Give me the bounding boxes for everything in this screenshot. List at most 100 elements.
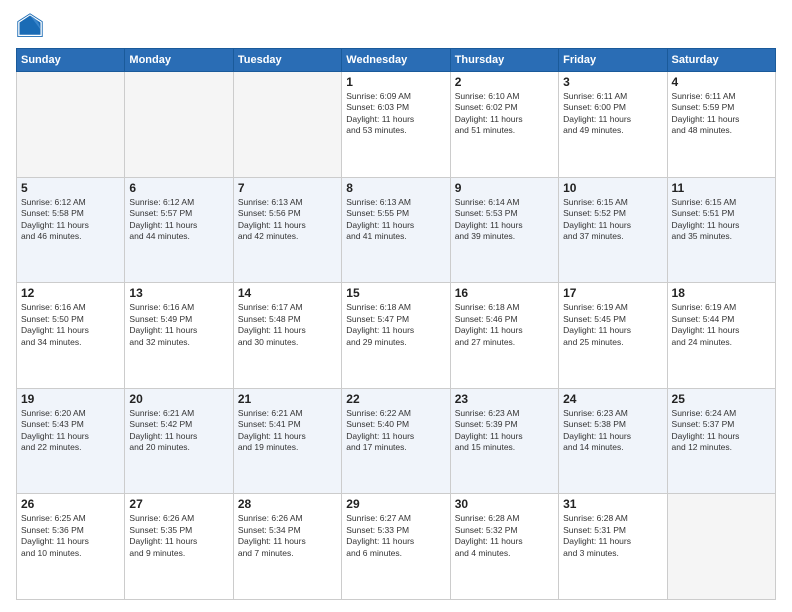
table-row (125, 72, 233, 178)
table-row: 13 Sunrise: 6:16 AM Sunset: 5:49 PM Dayli… (125, 283, 233, 389)
weekday-header-tuesday: Tuesday (233, 49, 341, 72)
day-number: 20 (129, 392, 228, 406)
day-info: Sunrise: 6:12 AM Sunset: 5:57 PM Dayligh… (129, 197, 228, 243)
day-info: Sunrise: 6:28 AM Sunset: 5:31 PM Dayligh… (563, 513, 662, 559)
day-number: 7 (238, 181, 337, 195)
table-row: 2Sunrise: 6:10 AM Sunset: 6:02 PM Daylig… (450, 72, 558, 178)
day-info: Sunrise: 6:26 AM Sunset: 5:34 PM Dayligh… (238, 513, 337, 559)
day-info: Sunrise: 6:23 AM Sunset: 5:39 PM Dayligh… (455, 408, 554, 454)
day-number: 15 (346, 286, 445, 300)
day-info: Sunrise: 6:18 AM Sunset: 5:46 PM Dayligh… (455, 302, 554, 348)
day-number: 17 (563, 286, 662, 300)
day-info: Sunrise: 6:17 AM Sunset: 5:48 PM Dayligh… (238, 302, 337, 348)
day-number: 19 (21, 392, 120, 406)
day-number: 12 (21, 286, 120, 300)
table-row: 5 Sunrise: 6:12 AM Sunset: 5:58 PM Daylig… (17, 177, 125, 283)
table-row: 4 Sunrise: 6:11 AM Sunset: 5:59 PM Daylig… (667, 72, 775, 178)
day-info: Sunrise: 6:19 AM Sunset: 5:44 PM Dayligh… (672, 302, 771, 348)
day-number: 21 (238, 392, 337, 406)
day-info: Sunrise: 6:09 AM Sunset: 6:03 PM Dayligh… (346, 91, 445, 137)
table-row: 15 Sunrise: 6:18 AM Sunset: 5:47 PM Dayli… (342, 283, 450, 389)
day-number: 8 (346, 181, 445, 195)
calendar-week-row: 12 Sunrise: 6:16 AM Sunset: 5:50 PM Dayli… (17, 283, 776, 389)
table-row: 8 Sunrise: 6:13 AM Sunset: 5:55 PM Daylig… (342, 177, 450, 283)
day-info: Sunrise: 6:15 AM Sunset: 5:51 PM Dayligh… (672, 197, 771, 243)
day-info: Sunrise: 6:25 AM Sunset: 5:36 PM Dayligh… (21, 513, 120, 559)
weekday-header-friday: Friday (559, 49, 667, 72)
day-info: Sunrise: 6:16 AM Sunset: 5:49 PM Dayligh… (129, 302, 228, 348)
day-number: 26 (21, 497, 120, 511)
day-info: Sunrise: 6:15 AM Sunset: 5:52 PM Dayligh… (563, 197, 662, 243)
table-row: 16Sunrise: 6:18 AM Sunset: 5:46 PM Dayli… (450, 283, 558, 389)
day-number: 24 (563, 392, 662, 406)
day-number: 29 (346, 497, 445, 511)
table-row: 7 Sunrise: 6:13 AM Sunset: 5:56 PM Daylig… (233, 177, 341, 283)
table-row: 1 Sunrise: 6:09 AM Sunset: 6:03 PM Daylig… (342, 72, 450, 178)
table-row: 12 Sunrise: 6:16 AM Sunset: 5:50 PM Dayli… (17, 283, 125, 389)
table-row: 3 Sunrise: 6:11 AM Sunset: 6:00 PM Daylig… (559, 72, 667, 178)
day-info: Sunrise: 6:11 AM Sunset: 6:00 PM Dayligh… (563, 91, 662, 137)
day-info: Sunrise: 6:20 AM Sunset: 5:43 PM Dayligh… (21, 408, 120, 454)
day-info: Sunrise: 6:19 AM Sunset: 5:45 PM Dayligh… (563, 302, 662, 348)
table-row: 14 Sunrise: 6:17 AM Sunset: 5:48 PM Dayli… (233, 283, 341, 389)
day-info: Sunrise: 6:14 AM Sunset: 5:53 PM Dayligh… (455, 197, 554, 243)
table-row: 21 Sunrise: 6:21 AM Sunset: 5:41 PM Dayli… (233, 388, 341, 494)
table-row: 23 Sunrise: 6:23 AM Sunset: 5:39 PM Dayli… (450, 388, 558, 494)
header (16, 12, 776, 40)
day-number: 30 (455, 497, 554, 511)
table-row: 26 Sunrise: 6:25 AM Sunset: 5:36 PM Dayli… (17, 494, 125, 600)
table-row: 25Sunrise: 6:24 AM Sunset: 5:37 PM Dayli… (667, 388, 775, 494)
weekday-header-thursday: Thursday (450, 49, 558, 72)
table-row: 19 Sunrise: 6:20 AM Sunset: 5:43 PM Dayli… (17, 388, 125, 494)
day-info: Sunrise: 6:26 AM Sunset: 5:35 PM Dayligh… (129, 513, 228, 559)
weekday-header-monday: Monday (125, 49, 233, 72)
calendar-week-row: 5 Sunrise: 6:12 AM Sunset: 5:58 PM Daylig… (17, 177, 776, 283)
day-number: 22 (346, 392, 445, 406)
generalblue-logo-icon (16, 12, 44, 40)
calendar-week-row: 19 Sunrise: 6:20 AM Sunset: 5:43 PM Dayli… (17, 388, 776, 494)
day-number: 13 (129, 286, 228, 300)
day-info: Sunrise: 6:18 AM Sunset: 5:47 PM Dayligh… (346, 302, 445, 348)
day-number: 3 (563, 75, 662, 89)
day-number: 2 (455, 75, 554, 89)
table-row (233, 72, 341, 178)
day-info: Sunrise: 6:11 AM Sunset: 5:59 PM Dayligh… (672, 91, 771, 137)
day-number: 4 (672, 75, 771, 89)
page: SundayMondayTuesdayWednesdayThursdayFrid… (0, 0, 792, 612)
day-number: 1 (346, 75, 445, 89)
day-info: Sunrise: 6:16 AM Sunset: 5:50 PM Dayligh… (21, 302, 120, 348)
day-info: Sunrise: 6:28 AM Sunset: 5:32 PM Dayligh… (455, 513, 554, 559)
calendar-week-row: 26 Sunrise: 6:25 AM Sunset: 5:36 PM Dayli… (17, 494, 776, 600)
day-info: Sunrise: 6:12 AM Sunset: 5:58 PM Dayligh… (21, 197, 120, 243)
table-row: 31Sunrise: 6:28 AM Sunset: 5:31 PM Dayli… (559, 494, 667, 600)
weekday-header-wednesday: Wednesday (342, 49, 450, 72)
day-number: 10 (563, 181, 662, 195)
day-number: 23 (455, 392, 554, 406)
day-info: Sunrise: 6:13 AM Sunset: 5:55 PM Dayligh… (346, 197, 445, 243)
calendar-week-row: 1 Sunrise: 6:09 AM Sunset: 6:03 PM Daylig… (17, 72, 776, 178)
day-number: 14 (238, 286, 337, 300)
table-row: 6 Sunrise: 6:12 AM Sunset: 5:57 PM Daylig… (125, 177, 233, 283)
table-row (17, 72, 125, 178)
calendar-table: SundayMondayTuesdayWednesdayThursdayFrid… (16, 48, 776, 600)
day-number: 9 (455, 181, 554, 195)
day-info: Sunrise: 6:21 AM Sunset: 5:41 PM Dayligh… (238, 408, 337, 454)
table-row: 29 Sunrise: 6:27 AM Sunset: 5:33 PM Dayli… (342, 494, 450, 600)
day-number: 27 (129, 497, 228, 511)
day-info: Sunrise: 6:22 AM Sunset: 5:40 PM Dayligh… (346, 408, 445, 454)
day-number: 28 (238, 497, 337, 511)
day-info: Sunrise: 6:27 AM Sunset: 5:33 PM Dayligh… (346, 513, 445, 559)
table-row: 22 Sunrise: 6:22 AM Sunset: 5:40 PM Dayli… (342, 388, 450, 494)
day-number: 5 (21, 181, 120, 195)
table-row: 30 Sunrise: 6:28 AM Sunset: 5:32 PM Dayli… (450, 494, 558, 600)
day-info: Sunrise: 6:13 AM Sunset: 5:56 PM Dayligh… (238, 197, 337, 243)
table-row: 27 Sunrise: 6:26 AM Sunset: 5:35 PM Dayli… (125, 494, 233, 600)
table-row: 11 Sunrise: 6:15 AM Sunset: 5:51 PM Dayli… (667, 177, 775, 283)
weekday-header-saturday: Saturday (667, 49, 775, 72)
day-info: Sunrise: 6:23 AM Sunset: 5:38 PM Dayligh… (563, 408, 662, 454)
day-number: 6 (129, 181, 228, 195)
day-info: Sunrise: 6:24 AM Sunset: 5:37 PM Dayligh… (672, 408, 771, 454)
weekday-header-sunday: Sunday (17, 49, 125, 72)
table-row: 17 Sunrise: 6:19 AM Sunset: 5:45 PM Dayli… (559, 283, 667, 389)
day-number: 11 (672, 181, 771, 195)
